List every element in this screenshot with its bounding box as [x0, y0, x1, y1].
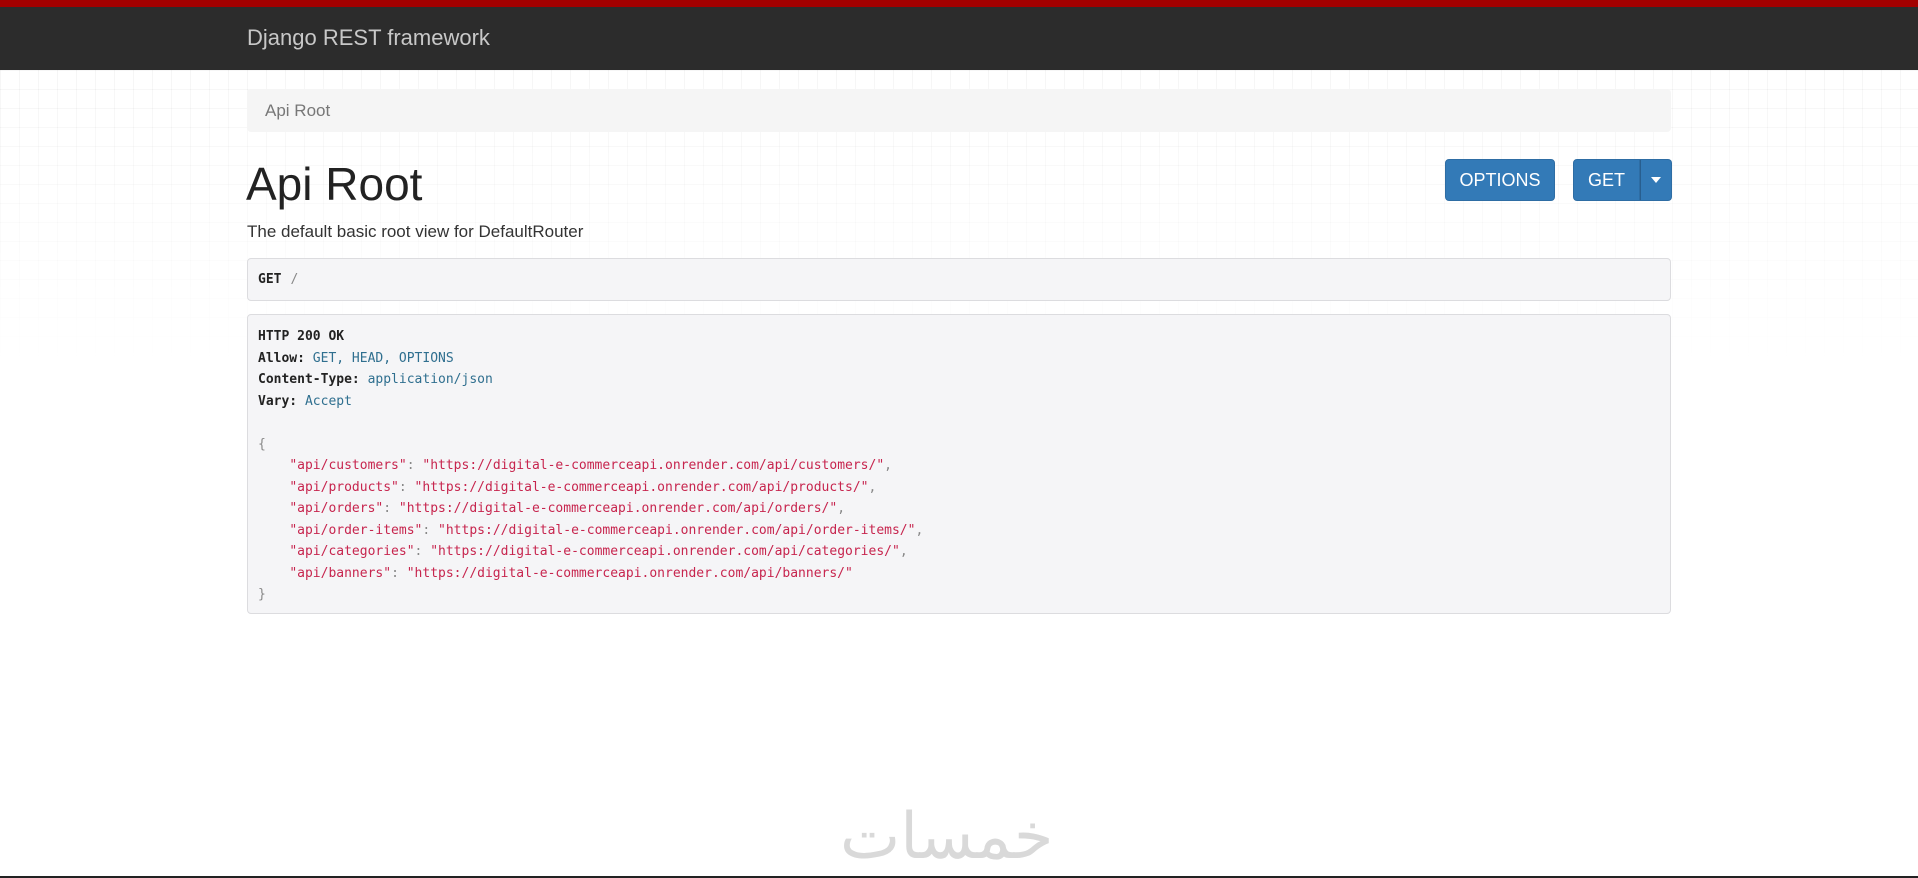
json-url-link[interactable]: "https://digital-e-commerceapi.onrender.…	[415, 480, 869, 495]
json-close-brace: }	[258, 587, 266, 602]
brand-link[interactable]: Django REST framework	[247, 25, 490, 51]
header-value: application/json	[367, 372, 493, 387]
json-key: "api/banners"	[289, 565, 392, 581]
json-url-link[interactable]: "https://digital-e-commerceapi.onrender.…	[438, 523, 915, 538]
get-button-group: GET	[1573, 159, 1672, 201]
response-info: HTTP 200 OK Allow: GET, HEAD, OPTIONS Cont…	[247, 314, 1671, 614]
json-key: "api/order-items"	[289, 522, 423, 538]
json-url-link[interactable]: "https://digital-e-commerceapi.onrender.…	[422, 458, 884, 473]
get-button[interactable]: GET	[1573, 159, 1640, 201]
json-url-link[interactable]: "https://digital-e-commerceapi.onrender.…	[407, 566, 853, 581]
json-key: "api/customers"	[289, 458, 407, 473]
header-name: Allow:	[258, 350, 305, 366]
request-info: GET /	[247, 258, 1671, 301]
get-format-dropdown-toggle[interactable]	[1640, 159, 1672, 201]
response-status: HTTP 200 OK	[258, 329, 345, 344]
breadcrumb-item-api-root: Api Root	[265, 100, 331, 120]
page-title: Api Root	[246, 158, 423, 210]
watermark: خمسات	[840, 800, 1054, 874]
json-open-brace: {	[258, 436, 266, 452]
navbar: Django REST framework	[0, 0, 1918, 70]
json-url-link[interactable]: "https://digital-e-commerceapi.onrender.…	[399, 501, 837, 516]
request-path: /	[290, 272, 299, 287]
json-key: "api/categories"	[289, 544, 415, 559]
header-name: Vary:	[258, 393, 298, 409]
breadcrumb: Api Root	[247, 89, 1671, 132]
json-key: "api/products"	[289, 479, 399, 495]
json-url-link[interactable]: "https://digital-e-commerceapi.onrender.…	[430, 544, 900, 559]
options-button[interactable]: OPTIONS	[1445, 159, 1555, 201]
caret-down-icon	[1651, 177, 1661, 183]
json-key: "api/orders"	[289, 501, 384, 516]
header-value: GET, HEAD, OPTIONS	[312, 350, 454, 366]
header-value: Accept	[304, 393, 352, 409]
request-method: GET	[258, 272, 282, 287]
page-description: The default basic root view for DefaultR…	[247, 222, 584, 241]
header-name: Content-Type:	[258, 372, 360, 387]
